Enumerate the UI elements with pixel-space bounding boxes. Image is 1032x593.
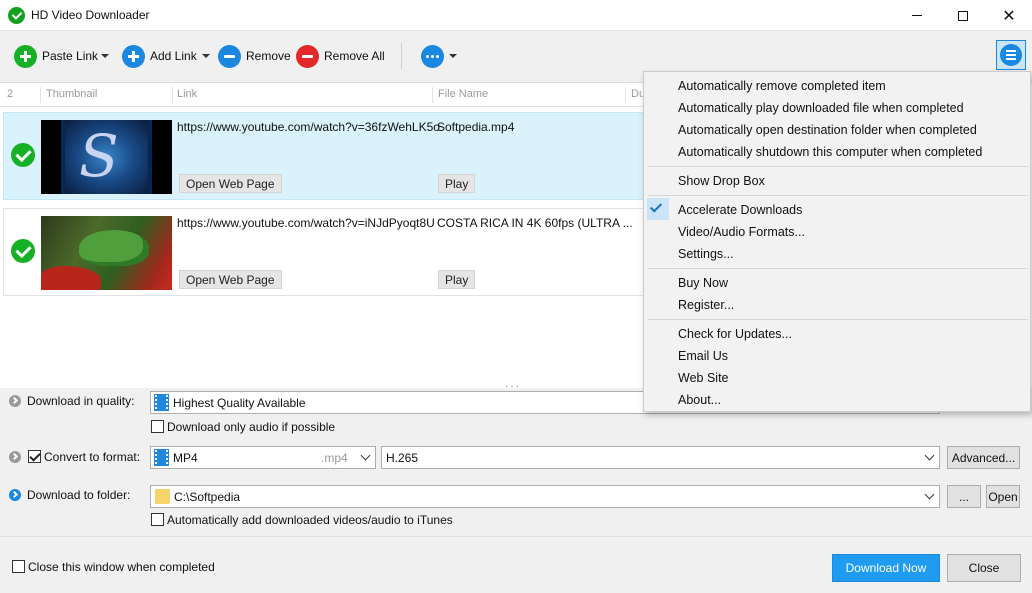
audio-only-checkbox[interactable] (151, 420, 164, 433)
item-link: https://www.youtube.com/watch?v=36fzWehL… (177, 120, 440, 134)
check-circle-icon (11, 143, 35, 167)
remove-label: Remove (246, 49, 291, 63)
add-link-label: Add Link (150, 49, 197, 63)
paste-link-dropdown[interactable] (101, 43, 109, 69)
hamburger-menu-icon (1000, 44, 1022, 66)
minimize-button[interactable] (894, 0, 940, 31)
app-download-icon (8, 7, 25, 24)
maximize-icon (958, 10, 968, 21)
folder-value: C:\Softpedia (174, 489, 241, 504)
quality-label: Download in quality: (27, 394, 135, 408)
close-button[interactable]: Close (947, 554, 1021, 582)
open-folder-button[interactable]: Open (986, 485, 1020, 508)
format-extension: .mp4 (321, 450, 348, 465)
convert-label[interactable]: Convert to format: (44, 450, 140, 464)
quality-value: Highest Quality Available (173, 395, 306, 410)
close-when-done-label[interactable]: Close this window when completed (28, 560, 215, 574)
folder-select[interactable]: C:\Softpedia (150, 485, 940, 508)
paste-link-label: Paste Link (42, 49, 99, 63)
toolbar-separator (401, 43, 402, 69)
remove-all-label: Remove All (324, 49, 385, 63)
film-icon (154, 449, 169, 466)
remove-all-button[interactable]: Remove All (296, 43, 385, 69)
paste-link-button[interactable]: Paste Link (14, 43, 98, 69)
itunes-checkbox[interactable] (151, 513, 164, 526)
chevron-right-icon[interactable] (9, 489, 21, 501)
menu-item-about[interactable]: About... (678, 393, 721, 407)
folder-icon (155, 489, 170, 504)
menu-item-check-updates[interactable]: Check for Updates... (678, 327, 792, 341)
caret-down-icon (101, 54, 109, 58)
item-file-name: COSTA RICA IN 4K 60fps (ULTRA ... (437, 216, 633, 230)
title-bar: HD Video Downloader ✕ (0, 0, 1032, 31)
add-link-button[interactable]: Add Link (122, 43, 197, 69)
menu-item-auto-open-folder[interactable]: Automatically open destination folder wh… (678, 123, 977, 137)
menu-item-auto-play[interactable]: Automatically play downloaded file when … (678, 101, 964, 115)
column-count: 2 (7, 88, 14, 100)
open-web-page-button[interactable]: Open Web Page (179, 174, 282, 193)
audio-only-label[interactable]: Download only audio if possible (167, 420, 335, 434)
more-options-button[interactable] (421, 43, 457, 69)
window-title: HD Video Downloader (31, 8, 150, 22)
column-link[interactable]: Link (177, 88, 197, 100)
format-select[interactable]: MP4 .mp4 (150, 446, 376, 469)
folder-label: Download to folder: (27, 488, 131, 502)
caret-down-icon (449, 54, 457, 58)
menu-item-auto-shutdown[interactable]: Automatically shutdown this computer whe… (678, 145, 982, 159)
menu-item-auto-remove[interactable]: Automatically remove completed item (678, 79, 886, 93)
column-file-name[interactable]: File Name (438, 88, 488, 100)
itunes-label[interactable]: Automatically add downloaded videos/audi… (167, 513, 453, 527)
close-icon: ✕ (1002, 7, 1016, 25)
menu-item-show-drop-box[interactable]: Show Drop Box (678, 174, 765, 188)
item-file-name: Softpedia.mp4 (437, 120, 515, 134)
chevron-down-icon (360, 450, 371, 461)
settings-panel: Download in quality: Highest Quality Ava… (0, 388, 1032, 593)
convert-format-checkbox[interactable] (28, 450, 41, 463)
play-button[interactable]: Play (438, 174, 476, 193)
add-link-dropdown[interactable] (202, 43, 210, 69)
advanced-button[interactable]: Advanced... (947, 446, 1020, 469)
main-menu-button[interactable] (996, 40, 1026, 70)
download-now-button[interactable]: Download Now (832, 554, 940, 582)
film-icon (154, 394, 169, 411)
chevron-down-icon (924, 489, 935, 500)
chevron-right-icon[interactable] (9, 451, 21, 463)
minus-icon (218, 44, 241, 68)
menu-item-buy-now[interactable]: Buy Now (678, 276, 728, 290)
menu-item-accelerate-downloads[interactable]: Accelerate Downloads (678, 203, 802, 217)
check-circle-icon (11, 239, 35, 263)
minus-icon (296, 44, 319, 68)
browse-folder-button[interactable]: ... (947, 485, 981, 508)
codec-value: H.265 (386, 450, 419, 465)
video-thumbnail: S (41, 120, 172, 194)
caret-down-icon (202, 54, 210, 58)
codec-select[interactable]: H.265 (381, 446, 940, 469)
minimize-icon (912, 15, 922, 16)
open-web-page-button[interactable]: Open Web Page (179, 270, 282, 289)
menu-item-register[interactable]: Register... (678, 298, 734, 312)
chevron-right-icon[interactable] (9, 395, 21, 407)
close-when-done-checkbox[interactable] (12, 560, 25, 573)
plus-icon (14, 44, 37, 68)
plus-icon (122, 44, 145, 68)
chevron-down-icon (924, 450, 935, 461)
more-icon (421, 44, 444, 68)
column-thumbnail[interactable]: Thumbnail (46, 88, 97, 100)
video-thumbnail (41, 216, 172, 290)
play-button[interactable]: Play (438, 270, 476, 289)
menu-item-formats[interactable]: Video/Audio Formats... (678, 225, 805, 239)
main-menu: Automatically remove completed item Auto… (643, 71, 1031, 412)
menu-item-email-us[interactable]: Email Us (678, 349, 728, 363)
maximize-button[interactable] (940, 0, 986, 31)
remove-button[interactable]: Remove (218, 43, 291, 69)
close-window-button[interactable]: ✕ (986, 0, 1032, 31)
menu-item-web-site[interactable]: Web Site (678, 371, 729, 385)
item-link: https://www.youtube.com/watch?v=iNJdPyoq… (177, 216, 435, 230)
format-value: MP4 (173, 450, 198, 465)
menu-item-settings[interactable]: Settings... (678, 247, 734, 261)
